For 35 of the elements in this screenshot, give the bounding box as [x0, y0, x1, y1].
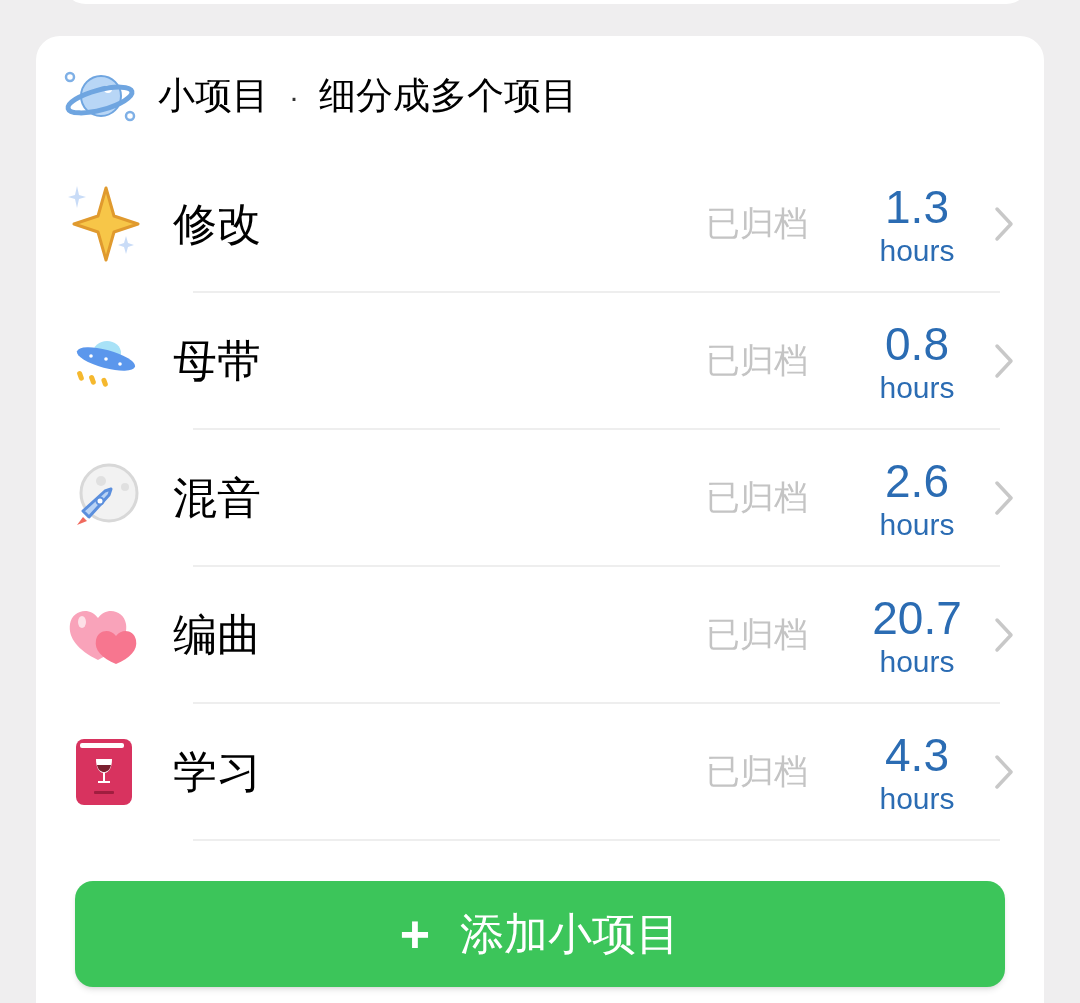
chevron-right-icon: [994, 479, 1014, 516]
chevron-right-icon: [994, 342, 1014, 379]
archived-label: 已归档: [706, 614, 808, 655]
hours-unit: hours: [879, 370, 955, 405]
card-subtitle: 细分成多个项目: [319, 74, 578, 119]
chevron-right-icon: [994, 753, 1014, 790]
separator-dot: ·: [289, 78, 299, 115]
hours-value: 2.6: [885, 453, 949, 508]
project-name: 母带: [173, 334, 261, 387]
archived-label: 已归档: [706, 340, 808, 381]
hours-unit: hours: [879, 781, 955, 816]
archived-label: 已归档: [706, 751, 808, 792]
card-title: 小项目: [158, 74, 269, 119]
project-row[interactable]: 修改 已归档 1.3 hours: [36, 156, 1044, 291]
book-icon: [74, 736, 134, 807]
project-name: 学习: [173, 745, 261, 798]
project-name: 混音: [173, 471, 261, 524]
chevron-right-icon: [994, 205, 1014, 242]
project-row[interactable]: 混音 已归档 2.6 hours: [36, 430, 1044, 565]
hours-unit: hours: [879, 644, 955, 679]
chevron-right-icon: [994, 616, 1014, 653]
planet-icon: [64, 70, 136, 122]
project-row[interactable]: 编曲 已归档 20.7 hours: [36, 567, 1044, 702]
hours-unit: hours: [879, 233, 955, 268]
project-name: 编曲: [173, 608, 261, 661]
project-name: 修改: [173, 197, 261, 250]
hours-unit: hours: [879, 507, 955, 542]
hours-value: 0.8: [885, 316, 949, 371]
hours-value: 4.3: [885, 727, 949, 782]
project-row[interactable]: 学习 已归档 4.3 hours: [36, 704, 1044, 839]
archived-label: 已归档: [706, 477, 808, 518]
archived-label: 已归档: [706, 203, 808, 244]
hours-value: 1.3: [885, 179, 949, 234]
project-row[interactable]: 母带 已归档 0.8 hours: [36, 293, 1044, 428]
hours-value: 20.7: [872, 590, 962, 645]
